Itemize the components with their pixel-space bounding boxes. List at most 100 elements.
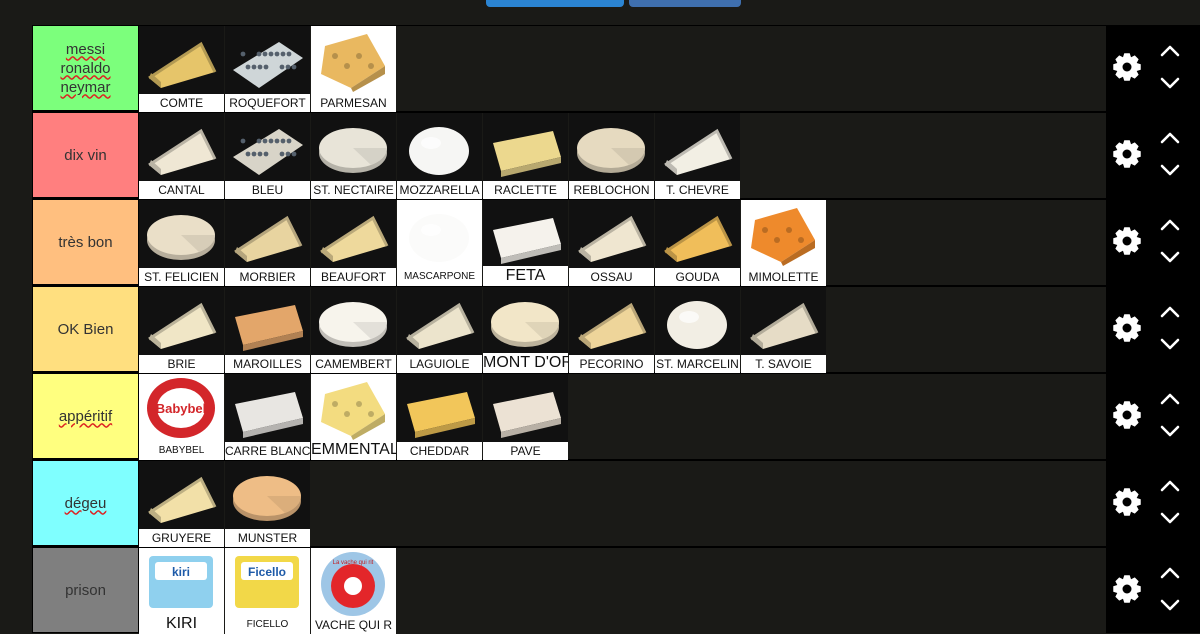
cheese-card[interactable]: BLEU	[225, 113, 310, 199]
cheese-caption: MIMOLETTE	[741, 268, 826, 286]
cheese-card[interactable]: GOUDA	[655, 200, 740, 286]
cheese-card[interactable]: REBLOCHON	[569, 113, 654, 199]
chevron-up-icon[interactable]	[1158, 130, 1182, 146]
cheese-image: kiri	[149, 556, 213, 608]
tier-label[interactable]: dix vin	[32, 112, 139, 198]
chevron-up-icon[interactable]	[1158, 391, 1182, 407]
tier-label-text: ronaldo	[60, 59, 111, 77]
cheese-caption: BEAUFORT	[311, 268, 396, 286]
cheese-card[interactable]: FETA	[483, 200, 568, 286]
gear-icon[interactable]	[1112, 139, 1142, 169]
cheese-card[interactable]: ST. MARCELIN	[655, 287, 740, 373]
cheese-card[interactable]: MOZZARELLA	[397, 113, 482, 199]
tier-label[interactable]: prison	[32, 547, 139, 633]
top-primary-button[interactable]	[486, 0, 624, 7]
cheese-card[interactable]: La vache qui rit VACHE QUI R	[311, 548, 396, 634]
gear-icon[interactable]	[1112, 487, 1142, 517]
cheese-caption: EMMENTAL	[311, 440, 396, 460]
cheese-card[interactable]: Babybel BABYBEL	[139, 374, 224, 460]
cheese-card[interactable]: T. CHEVRE	[655, 113, 740, 199]
cheese-image	[406, 302, 475, 349]
cheese-card[interactable]: Ficello FICELLO	[225, 548, 310, 634]
chevron-down-icon[interactable]	[1158, 162, 1182, 178]
cheese-card[interactable]: PARMESAN	[311, 26, 396, 112]
tier-label-text: neymar	[60, 78, 111, 96]
gear-icon[interactable]	[1112, 574, 1142, 604]
cheese-card[interactable]: PAVE	[483, 374, 568, 460]
chevron-up-icon[interactable]	[1158, 478, 1182, 494]
gear-icon[interactable]	[1112, 52, 1142, 82]
tier-row: messi ronaldo neymar COMTE ROQUEFORT PARMESAN	[32, 25, 1200, 112]
tier-label[interactable]: messi ronaldo neymar	[32, 25, 139, 111]
cheese-card[interactable]: CHEDDAR	[397, 374, 482, 460]
cheese-card[interactable]: CANTAL	[139, 113, 224, 199]
cheese-caption: BLEU	[225, 181, 310, 199]
cheese-card[interactable]: ST. NECTAIRE	[311, 113, 396, 199]
chevron-down-icon[interactable]	[1158, 249, 1182, 265]
cheese-image	[235, 305, 303, 351]
chevron-up-icon[interactable]	[1158, 304, 1182, 320]
cheese-card[interactable]: MONT D'OR	[483, 287, 568, 373]
tier-controls	[1106, 373, 1200, 459]
cheese-card[interactable]: LAGUIOLE	[397, 287, 482, 373]
cheese-image	[320, 215, 389, 262]
tier-label[interactable]: très bon	[32, 199, 139, 285]
top-secondary-button[interactable]	[629, 0, 741, 7]
cheese-card[interactable]: CAMEMBERT	[311, 287, 396, 373]
cheese-caption: OSSAU	[569, 268, 654, 286]
cheese-card[interactable]: MUNSTER	[225, 461, 310, 547]
cheese-card[interactable]: BRIE	[139, 287, 224, 373]
chevron-up-icon[interactable]	[1158, 217, 1182, 233]
cheese-image	[319, 302, 388, 347]
gear-icon[interactable]	[1112, 400, 1142, 430]
cheese-caption: CARRE BLANC	[225, 442, 310, 460]
gear-icon[interactable]	[1112, 313, 1142, 343]
cheese-card[interactable]: BEAUFORT	[311, 200, 396, 286]
cheese-image	[148, 302, 217, 349]
tier-row: dix vin CANTAL BLEU ST. NECTAIRE MOZZARELLA R…	[32, 112, 1200, 199]
cheese-card[interactable]: MASCARPONE	[397, 200, 482, 286]
cheese-card[interactable]: COMTE	[139, 26, 224, 112]
chevron-up-icon[interactable]	[1158, 43, 1182, 59]
cheese-card[interactable]: OSSAU	[569, 200, 654, 286]
cheese-caption: BABYBEL	[139, 442, 224, 460]
cheese-card[interactable]: kiri KIRI	[139, 548, 224, 634]
cheese-card[interactable]: GRUYERE	[139, 461, 224, 547]
cheese-caption: GRUYERE	[139, 529, 224, 547]
cheese-card[interactable]: PECORINO	[569, 287, 654, 373]
tier-label-text: OK Bien	[57, 320, 114, 338]
cheese-card[interactable]: MORBIER	[225, 200, 310, 286]
tier-label[interactable]: appéritif	[32, 373, 139, 459]
chevron-down-icon[interactable]	[1158, 510, 1182, 526]
cheese-image: Babybel	[147, 378, 215, 438]
cheese-image: La vache qui rit	[321, 552, 385, 616]
gear-icon[interactable]	[1112, 226, 1142, 256]
chevron-down-icon[interactable]	[1158, 423, 1182, 439]
cheese-card[interactable]: EMMENTAL	[311, 374, 396, 460]
cheese-image	[233, 42, 303, 88]
chevron-down-icon[interactable]	[1158, 597, 1182, 613]
cheese-caption: PAVE	[483, 442, 568, 460]
tier-controls	[1106, 25, 1200, 111]
cheese-card[interactable]: ST. FELICIEN	[139, 200, 224, 286]
cheese-card[interactable]: RACLETTE	[483, 113, 568, 199]
cheese-card[interactable]: MAROILLES	[225, 287, 310, 373]
cheese-image	[235, 392, 303, 438]
cheese-image: Ficello	[235, 556, 299, 608]
tier-label[interactable]: dégeu	[32, 460, 139, 546]
tier-row: prison kiri KIRI Ficello FICELLO La vache qui…	[32, 547, 1200, 634]
cheese-card[interactable]: MIMOLETTE	[741, 200, 826, 286]
cheese-image	[321, 382, 385, 440]
cheese-card[interactable]: T. SAVOIE	[741, 287, 826, 373]
cheese-image	[664, 128, 733, 175]
chevron-down-icon[interactable]	[1158, 75, 1182, 91]
chevron-down-icon[interactable]	[1158, 336, 1182, 352]
cheese-image	[409, 214, 469, 262]
tier-items: COMTE ROQUEFORT PARMESAN	[139, 25, 1106, 112]
tier-label[interactable]: OK Bien	[32, 286, 139, 372]
cheese-caption: RACLETTE	[483, 181, 568, 199]
chevron-up-icon[interactable]	[1158, 565, 1182, 581]
cheese-card[interactable]: CARRE BLANC	[225, 374, 310, 460]
tier-row: dégeu GRUYERE MUNSTER	[32, 460, 1200, 547]
cheese-card[interactable]: ROQUEFORT	[225, 26, 310, 112]
